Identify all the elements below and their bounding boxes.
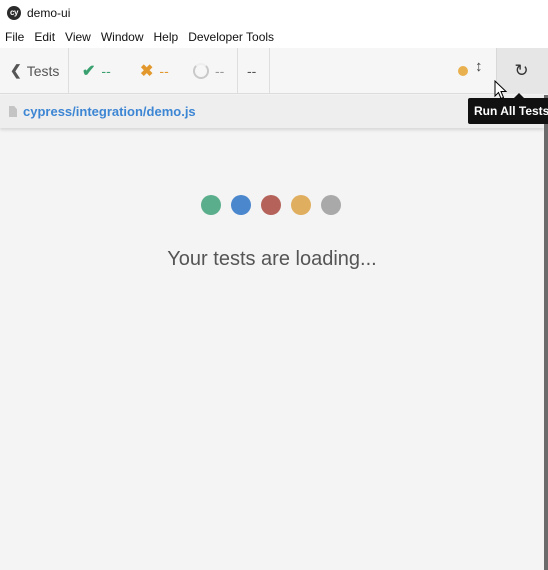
loading-message: Your tests are loading... (167, 248, 377, 270)
spec-file-link[interactable]: cypress/integration/demo.js (23, 104, 196, 119)
vertical-resize-icon[interactable]: ↕ (475, 58, 483, 75)
toolbar-divider (237, 48, 238, 93)
chevron-left-icon: ❮ (10, 62, 22, 78)
spinner-icon (193, 62, 209, 79)
check-icon: ✔ (82, 62, 96, 80)
tests-label: Tests (26, 62, 60, 79)
pending-value: -- (215, 62, 225, 79)
title-bar: cy demo-ui (0, 0, 548, 26)
menu-developer-tools[interactable]: Developer Tools (183, 26, 279, 48)
passed-value: -- (101, 62, 111, 79)
running-status-dot (458, 66, 468, 76)
passed-count: ✔ -- (82, 48, 111, 93)
loading-dots (201, 195, 341, 215)
loading-dot (291, 195, 311, 215)
cross-icon: ✖ (140, 62, 154, 80)
pending-count: -- (193, 48, 224, 93)
spec-path-bar: cypress/integration/demo.js (0, 95, 544, 128)
menu-bar: File Edit View Window Help Developer Too… (0, 26, 548, 48)
toolbar-divider (68, 48, 69, 93)
file-icon (9, 106, 17, 117)
loading-dot (201, 195, 221, 215)
loading-dot (321, 195, 341, 215)
run-all-tests-tooltip: Run All Tests (468, 93, 548, 124)
failed-value: -- (159, 62, 169, 79)
menu-edit[interactable]: Edit (29, 26, 60, 48)
loading-dot (231, 195, 251, 215)
window-title: demo-ui (27, 6, 71, 20)
menu-help[interactable]: Help (149, 26, 184, 48)
menu-view[interactable]: View (60, 26, 96, 48)
toolbar-divider (269, 48, 270, 93)
menu-file[interactable]: File (0, 26, 29, 48)
loading-dot (261, 195, 281, 215)
reload-icon: ↻ (514, 61, 529, 80)
scrollbar[interactable] (544, 95, 548, 570)
duration: -- (247, 62, 257, 79)
app-logo-icon: cy (7, 6, 21, 20)
mouse-cursor-icon (494, 80, 508, 100)
menu-window[interactable]: Window (96, 26, 149, 48)
failed-count: ✖ -- (140, 48, 169, 93)
tests-back-button[interactable]: ❮ Tests (0, 48, 68, 93)
